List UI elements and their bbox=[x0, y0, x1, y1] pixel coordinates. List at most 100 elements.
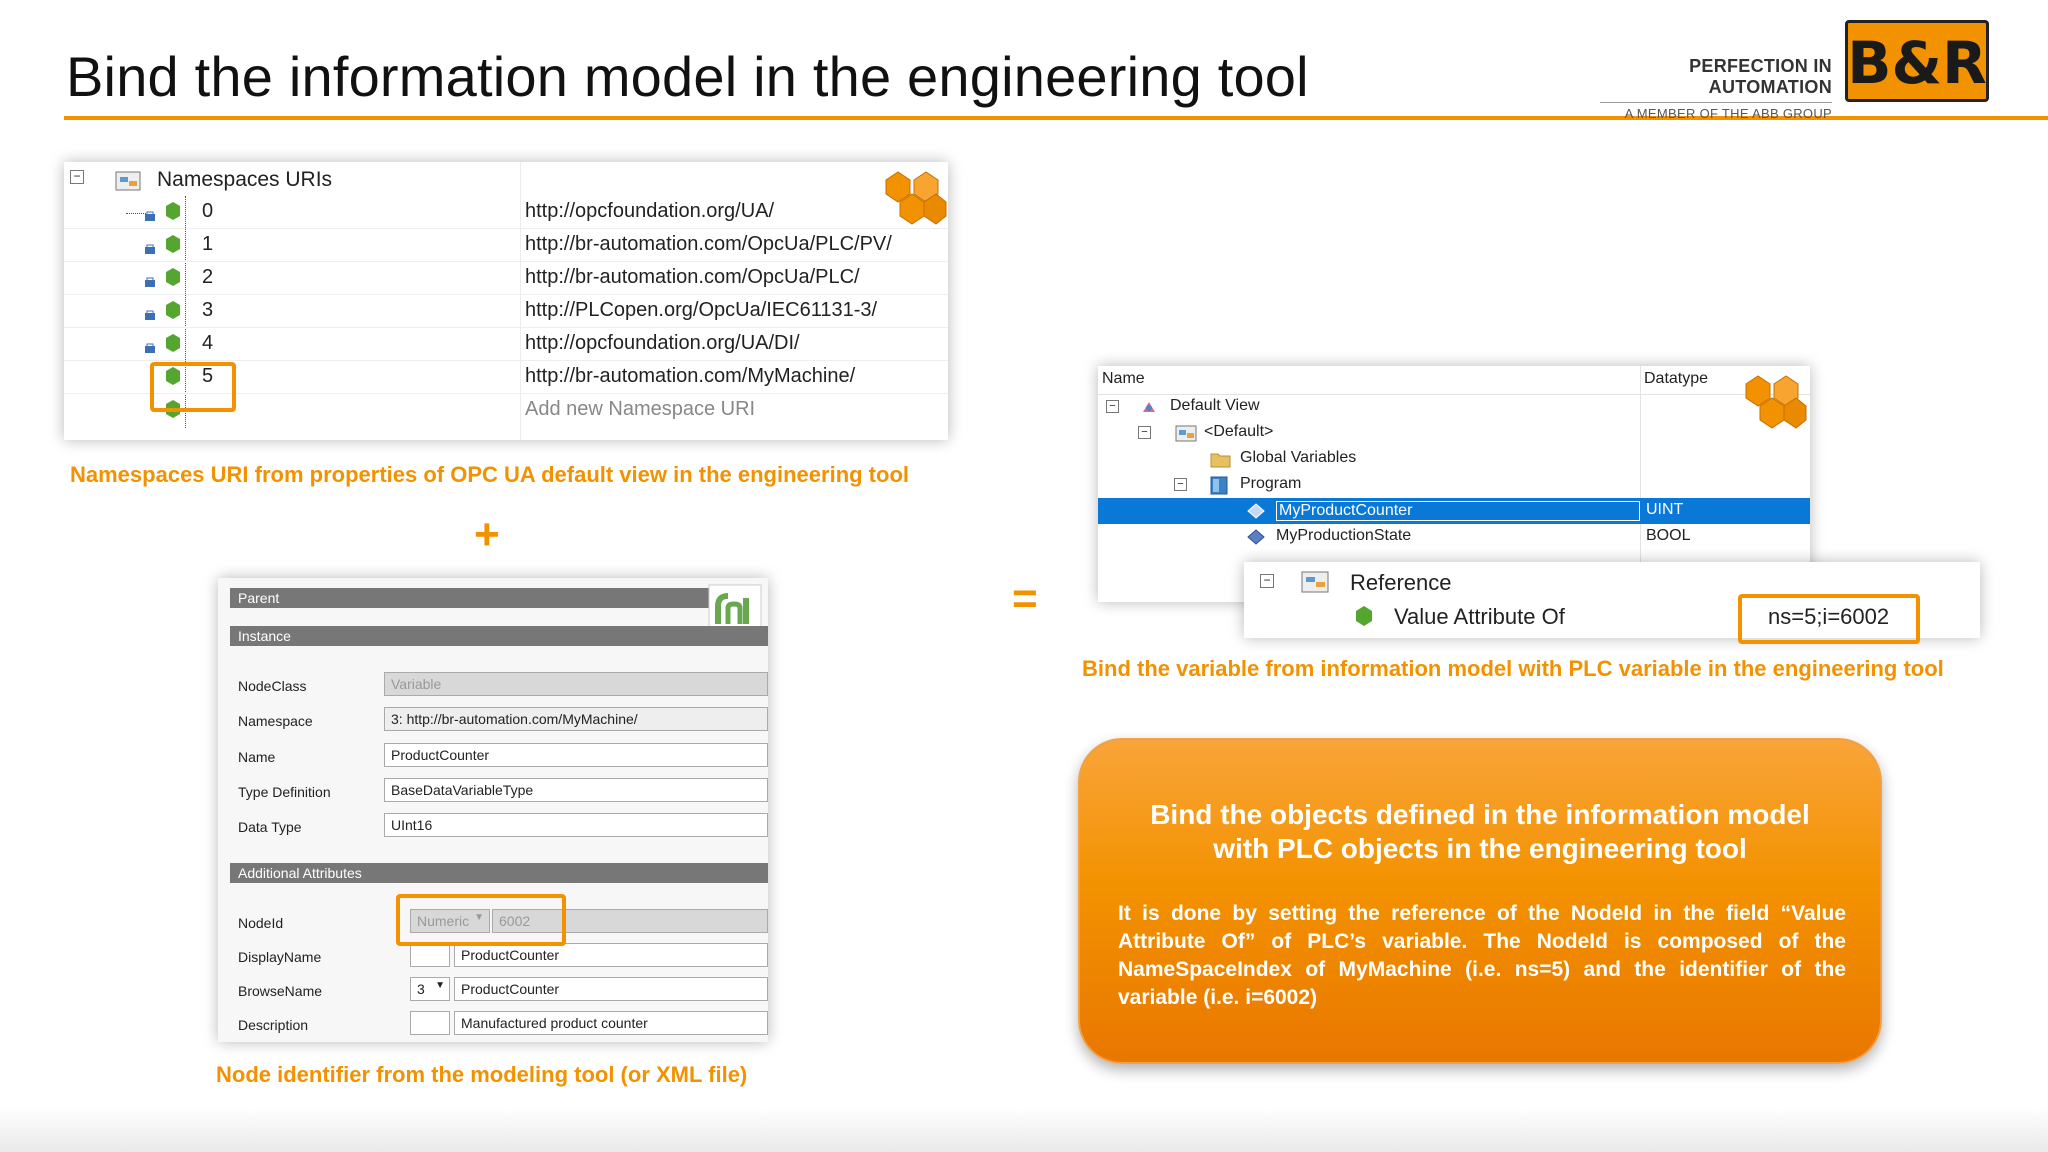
namespace-row[interactable]: 1 http://br-automation.com/OpcUa/PLC/PV/ bbox=[64, 229, 948, 262]
info-heading-line-1: Bind the objects defined in the informat… bbox=[1150, 799, 1810, 830]
namespace-row[interactable]: 0 http://opcfoundation.org/UA/ bbox=[64, 196, 948, 229]
lock-icon bbox=[145, 310, 155, 320]
browsename-label: BrowseName bbox=[238, 983, 323, 999]
collapse-toggle[interactable]: − bbox=[1138, 426, 1151, 439]
type-definition-field[interactable]: BaseDataVariableType bbox=[384, 778, 768, 802]
slogan-sub: A MEMBER OF THE ABB GROUP bbox=[1600, 102, 1832, 121]
collapse-toggle[interactable]: − bbox=[1260, 574, 1274, 588]
collapse-toggle[interactable]: − bbox=[1106, 400, 1119, 413]
nodeid-label: NodeId bbox=[238, 915, 284, 931]
reference-caption: Bind the variable from information model… bbox=[1082, 656, 1944, 681]
description-field[interactable]: Manufactured product counter bbox=[454, 1011, 768, 1035]
chevron-down-icon: ▼ bbox=[435, 980, 445, 991]
namespace-uri: http://br-automation.com/OpcUa/PLC/PV/ bbox=[525, 233, 892, 255]
nodeid-highlight bbox=[396, 894, 566, 946]
datatype-value: BOOL bbox=[1646, 527, 1691, 544]
tree-row-label: Global Variables bbox=[1240, 449, 1357, 466]
namespace-field[interactable]: 3: http://br-automation.com/MyMachine/ bbox=[384, 707, 768, 731]
equals-sign: = bbox=[1012, 574, 1038, 623]
add-namespace-placeholder[interactable]: Add new Namespace URI bbox=[525, 398, 755, 421]
description-label: Description bbox=[238, 1017, 309, 1033]
view-icon bbox=[1143, 402, 1155, 412]
description-locale-field[interactable] bbox=[410, 1011, 450, 1035]
additional-attributes-header[interactable]: Additional Attributes bbox=[230, 863, 768, 883]
data-type-label: Data Type bbox=[238, 819, 302, 835]
logo-text: B&R bbox=[1848, 29, 1986, 97]
module-icon bbox=[1175, 425, 1197, 442]
slogan-main: PERFECTION IN AUTOMATION bbox=[1689, 56, 1832, 97]
tree-row-label[interactable]: MyProductCounter bbox=[1276, 501, 1640, 521]
type-definition-label: Type Definition bbox=[238, 784, 331, 800]
footer-bar bbox=[0, 1108, 2048, 1152]
collapse-toggle[interactable]: − bbox=[70, 170, 84, 184]
tree-row-label: Default View bbox=[1170, 397, 1260, 414]
browsename-field[interactable]: ProductCounter bbox=[454, 977, 768, 1001]
variable-icon bbox=[166, 334, 180, 352]
namespace-label: Namespace bbox=[238, 713, 313, 729]
br-logo: B&R bbox=[1845, 20, 1989, 102]
tree-row-label: MyProductionState bbox=[1276, 527, 1412, 544]
displayname-field[interactable]: ProductCounter bbox=[454, 943, 768, 967]
namespaces-root-label: Namespaces URIs bbox=[157, 168, 333, 191]
variable-icon bbox=[1247, 529, 1265, 545]
variable-icon bbox=[166, 301, 180, 319]
lock-icon bbox=[145, 343, 155, 353]
collapse-toggle[interactable]: − bbox=[1174, 478, 1187, 491]
nodeclass-label: NodeClass bbox=[238, 678, 307, 694]
namespaces-folder-icon bbox=[115, 171, 141, 191]
datatype-column-header[interactable]: Datatype bbox=[1644, 370, 1708, 388]
value-attribute-label: Value Attribute Of bbox=[1394, 604, 1565, 629]
displayname-label: DisplayName bbox=[238, 949, 322, 965]
folder-icon bbox=[1210, 453, 1231, 468]
namespace-index: 3 bbox=[202, 299, 214, 321]
plus-sign: + bbox=[474, 510, 500, 559]
info-body: It is done by setting the reference of t… bbox=[1118, 902, 1846, 1009]
tree-row-label: Program bbox=[1240, 475, 1302, 492]
tree-row-myproductionstate[interactable]: MyProductionState BOOL bbox=[1098, 524, 1810, 550]
tree-row-global-variables[interactable]: Global Variables bbox=[1098, 446, 1810, 472]
namespace-row[interactable]: 4 http://opcfoundation.org/UA/DI/ bbox=[64, 328, 948, 361]
variable-icon bbox=[1247, 503, 1265, 519]
namespace-row[interactable]: 2 http://br-automation.com/OpcUa/PLC/ bbox=[64, 262, 948, 295]
namespace-5-highlight bbox=[150, 362, 236, 412]
variable-icon bbox=[166, 202, 180, 220]
info-heading: Bind the objects defined in the informat… bbox=[1120, 798, 1840, 866]
nodeclass-field[interactable]: Variable bbox=[384, 672, 768, 696]
namespace-uri: http://br-automation.com/OpcUa/PLC/ bbox=[525, 266, 860, 288]
datatype-value: UINT bbox=[1646, 501, 1684, 518]
browsename-ns-value: 3 bbox=[417, 981, 425, 997]
namespace-index: 1 bbox=[202, 233, 214, 255]
lock-icon bbox=[145, 211, 155, 221]
namespace-row[interactable]: 3 http://PLCopen.org/OpcUa/IEC61131-3/ bbox=[64, 295, 948, 328]
modeling-tool-panel: Parent Instance NodeClass Variable Names… bbox=[218, 578, 768, 1042]
namespaces-caption: Namespaces URI from properties of OPC UA… bbox=[70, 462, 909, 487]
instance-section-header[interactable]: Instance bbox=[230, 626, 768, 646]
info-callout: Bind the objects defined in the informat… bbox=[1078, 738, 1882, 1064]
tree-row-default-view[interactable]: − Default View bbox=[1098, 394, 1810, 420]
slide-title: Bind the information model in the engine… bbox=[66, 45, 1309, 108]
tree-row-myproductcounter[interactable]: MyProductCounter UINT bbox=[1098, 498, 1810, 524]
info-heading-line-2: with PLC objects in the engineering tool bbox=[1213, 833, 1747, 864]
program-icon bbox=[1210, 476, 1228, 495]
name-column-header[interactable]: Name bbox=[1102, 370, 1145, 388]
variable-icon bbox=[1356, 606, 1372, 626]
namespace-uri: http://PLCopen.org/OpcUa/IEC61131-3/ bbox=[525, 299, 878, 321]
namespace-uri: http://opcfoundation.org/UA/DI/ bbox=[525, 332, 800, 354]
tree-row-default[interactable]: − <Default> bbox=[1098, 420, 1810, 446]
lock-icon bbox=[145, 244, 155, 254]
tree-row-program[interactable]: − Program bbox=[1098, 472, 1810, 498]
tree-row-label: <Default> bbox=[1204, 423, 1274, 440]
lock-icon bbox=[145, 277, 155, 287]
displayname-locale-field[interactable] bbox=[410, 943, 450, 967]
value-attribute-highlight bbox=[1738, 594, 1920, 644]
namespace-index: 4 bbox=[202, 332, 214, 354]
name-field[interactable]: ProductCounter bbox=[384, 743, 768, 767]
data-type-field[interactable]: UInt16 bbox=[384, 813, 768, 837]
company-slogan: PERFECTION IN AUTOMATION A MEMBER OF THE… bbox=[1600, 56, 1832, 121]
namespace-uri: http://br-automation.com/MyMachine/ bbox=[525, 365, 856, 387]
name-label: Name bbox=[238, 749, 276, 765]
browsename-ns-select[interactable]: 3 ▼ bbox=[410, 977, 450, 1001]
reference-label: Reference bbox=[1350, 570, 1452, 595]
namespace-uri: http://opcfoundation.org/UA/ bbox=[525, 200, 775, 222]
parent-section-header[interactable]: Parent bbox=[230, 588, 710, 608]
